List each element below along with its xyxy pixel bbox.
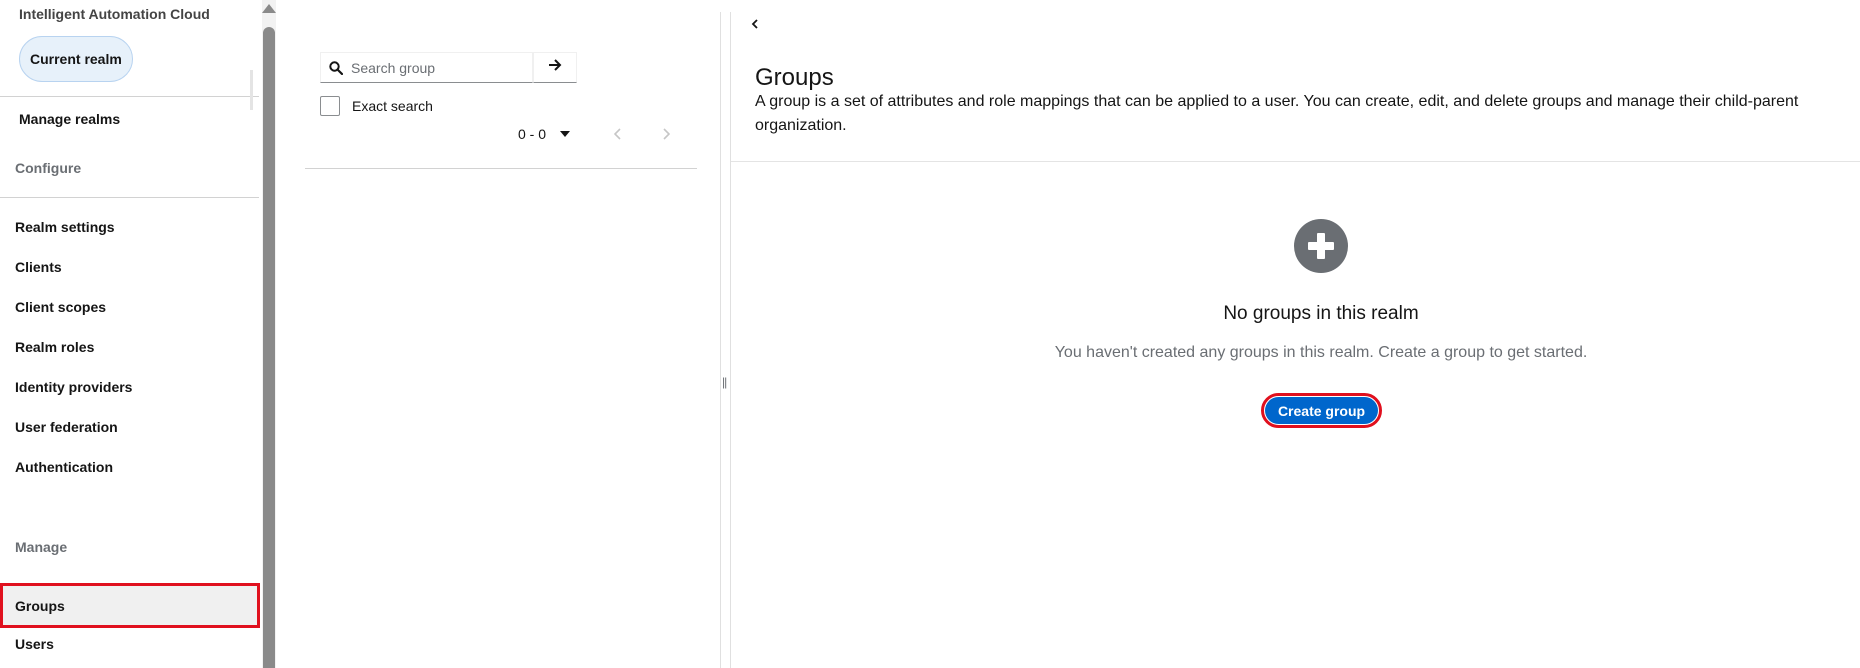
sidebar-item-authentication[interactable]: Authentication bbox=[15, 459, 113, 475]
manage-section-title: Manage bbox=[15, 539, 68, 555]
caret-down-icon bbox=[560, 131, 571, 137]
chevron-left-icon bbox=[613, 127, 622, 145]
splitter-handle[interactable]: || bbox=[722, 375, 727, 389]
chevron-right-icon bbox=[662, 127, 671, 145]
configure-section-title: Configure bbox=[15, 160, 82, 176]
sidebar-item-identity-providers[interactable]: Identity providers bbox=[15, 379, 132, 395]
page-title: Groups bbox=[755, 64, 834, 91]
sidebar-item-realm-settings[interactable]: Realm settings bbox=[15, 219, 115, 235]
inner-scroll-indicator bbox=[250, 70, 253, 110]
sidebar: Intelligent Automation Cloud Current rea… bbox=[0, 0, 262, 668]
create-group-label: Create group bbox=[1265, 397, 1378, 424]
sidebar-item-users[interactable]: Users bbox=[15, 636, 54, 652]
chevron-left-icon bbox=[751, 17, 759, 35]
exact-search-checkbox[interactable] bbox=[320, 96, 340, 116]
realm-name: Intelligent Automation Cloud bbox=[19, 6, 210, 22]
search-icon bbox=[321, 60, 351, 75]
sidebar-divider bbox=[0, 197, 259, 198]
sidebar-item-groups[interactable]: Groups bbox=[0, 583, 260, 628]
sidebar-item-realm-roles[interactable]: Realm roles bbox=[15, 339, 94, 355]
splitter-line bbox=[720, 12, 721, 668]
search-group-input[interactable] bbox=[351, 59, 526, 76]
pagination-prev-button[interactable] bbox=[610, 127, 626, 145]
app-root: Intelligent Automation Cloud Current rea… bbox=[0, 0, 1860, 668]
pagination-toggle[interactable]: 0 - 0 bbox=[518, 126, 571, 142]
collapse-panel-button[interactable] bbox=[748, 18, 762, 34]
manage-realms-link[interactable]: Manage realms bbox=[19, 111, 120, 127]
sidebar-item-client-scopes[interactable]: Client scopes bbox=[15, 299, 106, 315]
search-group-field bbox=[320, 52, 533, 83]
search-submit-button[interactable] bbox=[533, 52, 577, 83]
empty-state-title: No groups in this realm bbox=[1223, 303, 1419, 324]
exact-search-label: Exact search bbox=[352, 98, 433, 114]
scroll-up-arrow-icon[interactable] bbox=[262, 0, 276, 16]
sidebar-scrollbar-thumb[interactable] bbox=[263, 27, 275, 668]
sidebar-item-clients[interactable]: Clients bbox=[15, 259, 62, 275]
main-content: Groups A group is a set of attributes an… bbox=[731, 0, 1860, 668]
arrow-right-icon bbox=[548, 58, 562, 77]
current-realm-pill[interactable]: Current realm bbox=[19, 36, 133, 82]
header-divider bbox=[731, 161, 1860, 162]
sidebar-divider bbox=[0, 96, 259, 97]
plus-circle-icon bbox=[1294, 219, 1348, 273]
pagination-range: 0 - 0 bbox=[518, 126, 547, 142]
empty-state-body: You haven't created any groups in this r… bbox=[1054, 344, 1588, 361]
sidebar-item-user-federation[interactable]: User federation bbox=[15, 419, 118, 435]
group-tree-panel: Exact search 0 - 0 bbox=[276, 0, 722, 668]
page-description: A group is a set of attributes and role … bbox=[755, 93, 1799, 134]
tree-divider bbox=[305, 168, 697, 169]
create-group-button[interactable]: Create group bbox=[1261, 393, 1382, 428]
pagination-next-button[interactable] bbox=[658, 127, 674, 145]
